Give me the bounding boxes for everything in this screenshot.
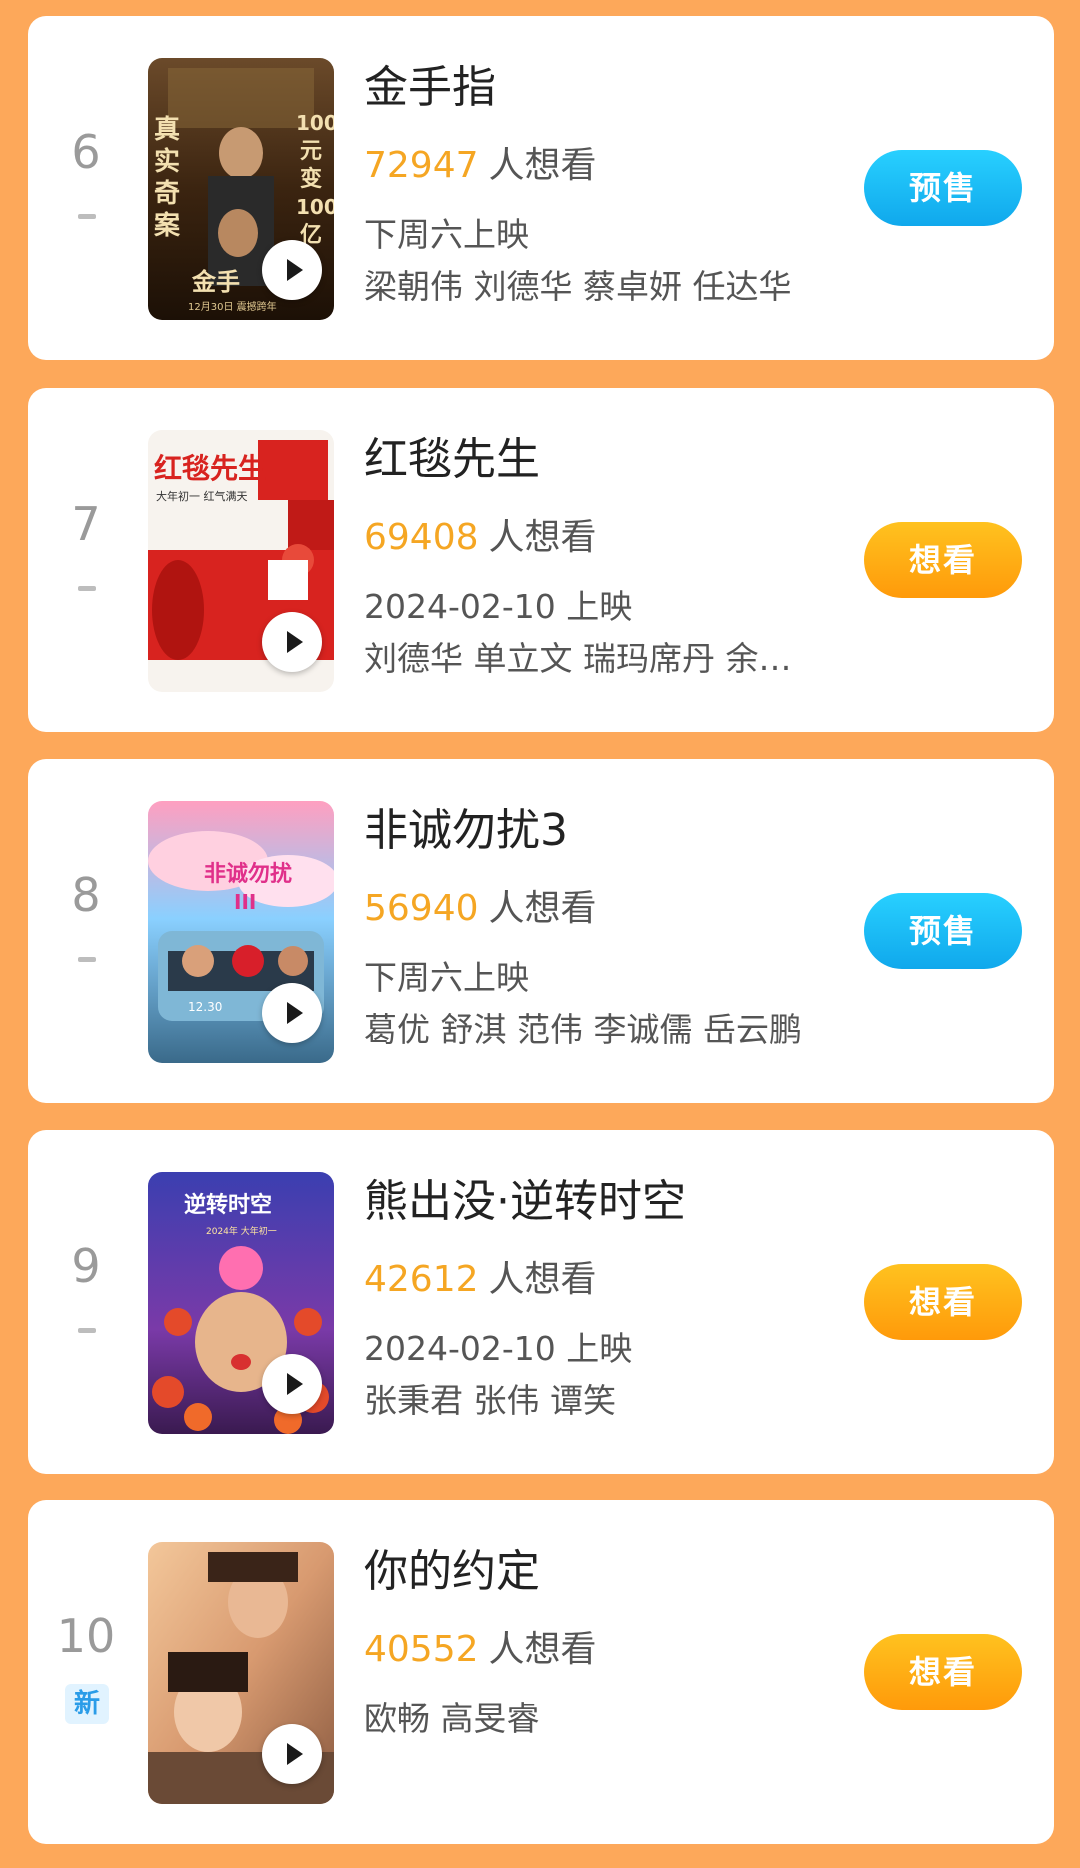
rank-unchanged-indicator [78,214,96,219]
rank-unchanged-indicator [78,1328,96,1333]
poster-text: 实 [154,146,180,177]
presale-button[interactable]: 预售 [864,893,1022,969]
rank-number: 9 [71,1239,101,1293]
poster-text: 奇 [154,179,180,209]
poster-text: 金手 [191,268,240,296]
release-date: 下周六上映 [364,215,529,254]
play-icon[interactable] [262,612,322,672]
rank-number: 7 [71,497,101,551]
want-button[interactable]: 想看 [864,1264,1022,1340]
cast-list: 欧畅 高旻睿 [364,1699,540,1738]
poster-text: 逆转时空 [184,1192,272,1218]
want-to-see: 69408 人想看 [364,516,597,560]
play-icon[interactable] [262,240,322,300]
poster-text: 2024年 大年初一 [206,1225,277,1237]
movie-title: 金手指 [364,62,496,113]
want-label: 人想看 [488,145,597,186]
want-to-see: 42612 人想看 [364,1258,597,1302]
movie-ranking-list: 6 真 实 奇 案 100 元 变 100 亿 金手 12月30日 震撼跨年 金… [0,0,1080,1868]
poster-text: 案 [153,210,181,241]
movie-card[interactable]: 9 逆转时空 2024年 大年初一 熊出没·逆转时空 42612 人想看 202… [28,1130,1054,1474]
cast-list: 梁朝伟 刘德华 蔡卓妍 任达华 [364,267,792,306]
want-to-see: 56940 人想看 [364,887,597,931]
movie-title: 你的约定 [364,1546,540,1597]
movie-poster[interactable]: 非诚勿扰 III 12.30 [148,801,334,1063]
want-label: 人想看 [488,517,597,558]
movie-title: 非诚勿扰3 [364,805,568,856]
rank-unchanged-indicator [78,586,96,591]
movie-card[interactable]: 7 红毯先生 大年初一 红气满天 红毯先生 69408 人想看 2024-02-1… [28,388,1054,732]
rank-number: 8 [71,868,101,922]
poster-text: 变 [300,166,322,192]
movie-title: 熊出没·逆转时空 [364,1176,686,1227]
want-to-see: 72947 人想看 [364,144,597,188]
want-count: 40552 [364,1629,479,1670]
poster-text: 12月30日 震撼跨年 [188,300,277,313]
release-date: 2024-02-10 上映 [364,1329,633,1368]
new-badge: 新 [65,1684,109,1724]
want-to-see: 40552 人想看 [364,1628,597,1672]
play-icon[interactable] [262,1724,322,1784]
play-icon[interactable] [262,1354,322,1414]
want-count: 56940 [364,888,479,929]
rank-unchanged-indicator [78,957,96,962]
want-button[interactable]: 想看 [864,522,1022,598]
movie-title: 红毯先生 [364,434,540,485]
want-count: 72947 [364,145,479,186]
poster-text: 真 [154,115,180,145]
poster-text: 红毯先生 [154,452,266,485]
want-label: 人想看 [488,1259,597,1300]
release-date: 2024-02-10 上映 [364,587,633,626]
rank-number: 6 [71,125,101,179]
movie-card[interactable]: 10 新 你的约定 40552 人想看 欧畅 高旻睿 想看 [28,1500,1054,1844]
movie-card[interactable]: 6 真 实 奇 案 100 元 变 100 亿 金手 12月30日 震撼跨年 金… [28,16,1054,360]
poster-text: 100 [296,195,334,219]
want-count: 69408 [364,517,479,558]
poster-text: 12.30 [188,1000,222,1014]
want-label: 人想看 [488,1629,597,1670]
want-count: 42612 [364,1259,479,1300]
poster-text: 元 [300,139,322,164]
cast-list: 葛优 舒淇 范伟 李诚儒 岳云鹏 [364,1010,802,1049]
poster-text: 100 [296,111,334,135]
movie-card[interactable]: 8 非诚勿扰 III 12.30 非诚勿扰3 56940 人想看 下周六上映 葛… [28,759,1054,1103]
movie-poster[interactable]: 逆转时空 2024年 大年初一 [148,1172,334,1434]
want-button[interactable]: 想看 [864,1634,1022,1710]
presale-button[interactable]: 预售 [864,150,1022,226]
poster-text: 大年初一 红气满天 [156,489,248,503]
poster-text: 非诚勿扰 [204,861,292,887]
movie-poster[interactable] [148,1542,334,1804]
poster-text: III [234,890,256,914]
rank-number: 10 [56,1609,116,1663]
play-icon[interactable] [262,983,322,1043]
movie-poster[interactable]: 真 实 奇 案 100 元 变 100 亿 金手 12月30日 震撼跨年 [148,58,334,320]
cast-list: 刘德华 单立文 瑞玛席丹 余… [364,639,792,678]
release-date: 下周六上映 [364,958,529,997]
movie-poster[interactable]: 红毯先生 大年初一 红气满天 [148,430,334,692]
cast-list: 张秉君 张伟 谭笑 [364,1381,616,1420]
want-label: 人想看 [488,888,597,929]
